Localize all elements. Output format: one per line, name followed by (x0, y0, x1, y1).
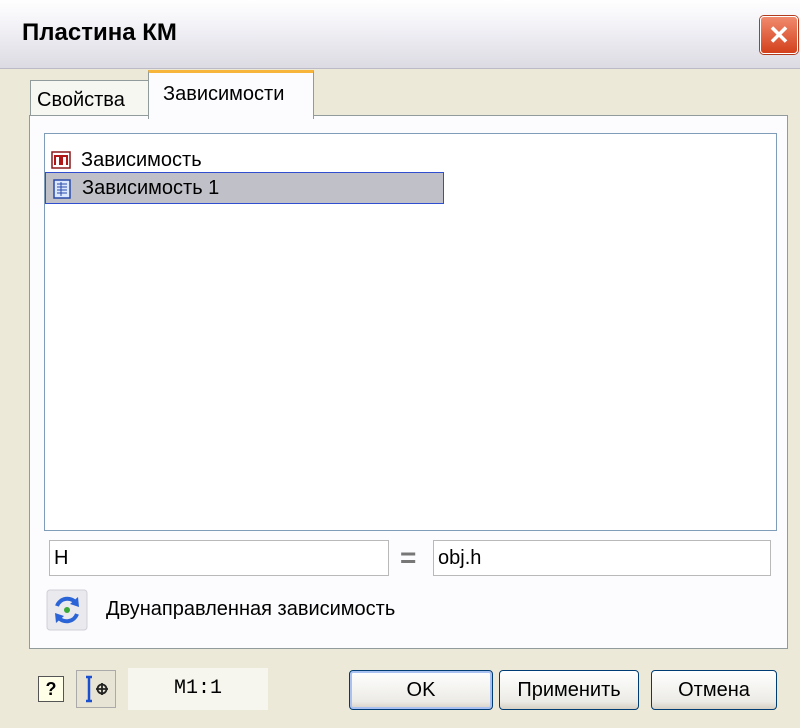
right-expression-value: obj.h (438, 547, 482, 569)
scale-indicator: M1:1 (128, 668, 268, 710)
dependencies-panel: Зависимость 0 Зависимость 1 H = obj.h (29, 115, 788, 649)
list-item-selected[interactable]: Зависимость 1 (45, 172, 444, 204)
apply-button[interactable]: Применить (499, 670, 639, 710)
window-title: Пластина КМ (22, 19, 177, 46)
left-expression-input[interactable]: H (49, 540, 389, 576)
bidirectional-label: Двунаправленная зависимость (106, 598, 396, 620)
ok-button[interactable]: OK (349, 670, 493, 710)
tab-properties-label: Свойства (37, 89, 125, 111)
snap-button[interactable] (76, 670, 116, 708)
close-button[interactable]: ✕ (760, 16, 798, 54)
table-icon (53, 179, 71, 199)
dialog-window: Пластина КМ ✕ Свойства Зависимости Завис… (0, 0, 800, 728)
dependency-list[interactable]: Зависимость 0 Зависимость 1 (44, 133, 777, 531)
close-icon: ✕ (768, 20, 790, 50)
left-expression-value: H (54, 547, 69, 569)
snap-icon (86, 675, 108, 703)
right-expression-input[interactable]: obj.h (433, 540, 771, 576)
cancel-button[interactable]: Отмена (651, 670, 777, 710)
refresh-icon[interactable] (46, 589, 88, 631)
equals-sign: = (400, 542, 417, 573)
tab-dependencies-label: Зависимости (163, 83, 285, 105)
title-bar: Пластина КМ ✕ (0, 0, 800, 69)
help-icon[interactable]: ? (38, 676, 64, 702)
dependency-icon (51, 151, 71, 169)
list-item-label: Зависимость 1 (82, 177, 220, 199)
tab-properties[interactable]: Свойства (30, 80, 150, 117)
tab-dependencies[interactable]: Зависимости (148, 70, 314, 119)
